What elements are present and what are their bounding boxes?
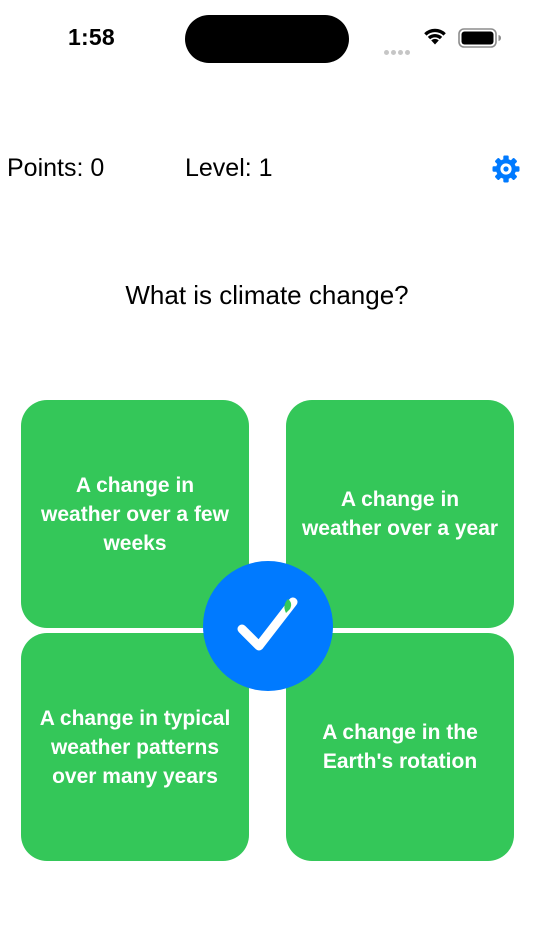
settings-button[interactable] [490, 153, 522, 185]
answer-label: A change in typical weather patterns ove… [39, 706, 231, 788]
answer-label: A change in the Earth's rotation [322, 721, 478, 773]
correct-feedback-badge [203, 561, 333, 691]
answer-button-3[interactable]: A change in typical weather patterns ove… [21, 633, 249, 861]
points-label: Points: 0 [7, 154, 105, 182]
answer-label: A change in weather over a few weeks [41, 473, 229, 555]
wifi-icon [424, 28, 446, 45]
gear-icon [492, 155, 520, 183]
checkmark-icon [237, 597, 298, 651]
question-text: What is climate change? [125, 280, 409, 310]
answer-label: A change in weather over a year [301, 488, 499, 540]
dynamic-island [185, 15, 349, 63]
status-time: 1:58 [68, 24, 115, 50]
quiz-screen: 1:58 Points: 0 Level: 1 What is climate … [0, 0, 534, 950]
cellular-signal-icon [384, 42, 412, 60]
battery-icon [458, 28, 501, 48]
status-icons [384, 26, 502, 55]
level-label: Level: 1 [185, 154, 273, 182]
answer-button-4[interactable]: A change in the Earth's rotation [286, 633, 514, 861]
